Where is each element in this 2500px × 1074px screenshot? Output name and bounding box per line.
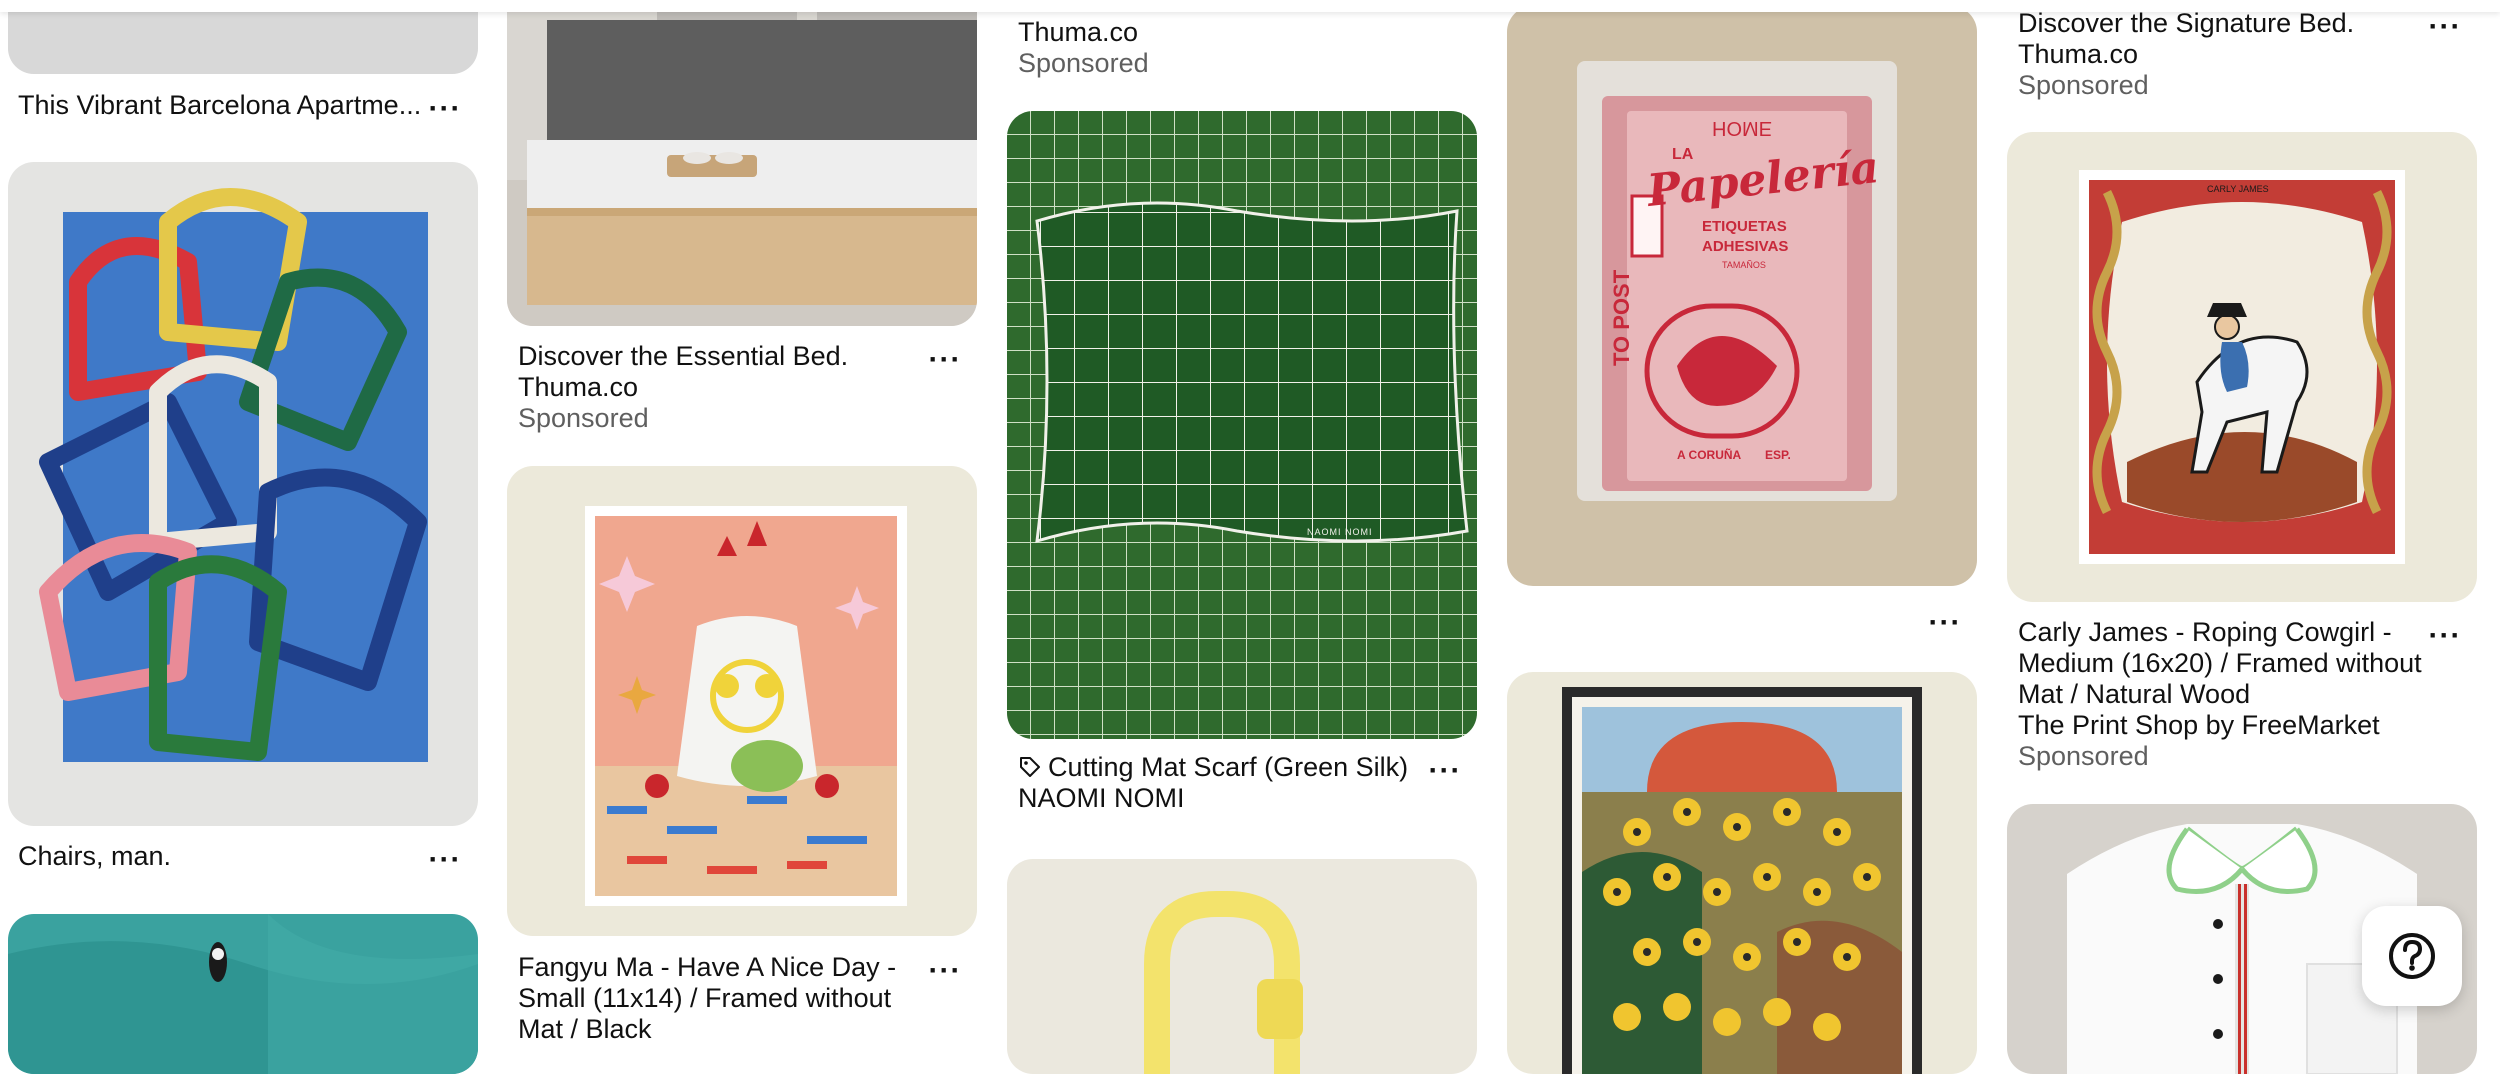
pin-more-button-fangyu[interactable]: ··· <box>925 956 965 990</box>
help-button[interactable] <box>2362 906 2462 1006</box>
pin-advertiser-thuma-top[interactable]: Thuma.co <box>1018 17 1138 48</box>
pin-image-essential-bed[interactable] <box>507 0 977 326</box>
pin-title-fangyu[interactable]: Fangyu Ma - Have A Nice Day - Small (11x… <box>518 952 908 1045</box>
pin-image-scarf[interactable]: NAOMI NOMI <box>1007 111 1477 739</box>
pin-title-chairs[interactable]: Chairs, man. <box>18 841 171 872</box>
pin-sponsored-thuma-top: Sponsored <box>1018 48 1149 78</box>
pin-image-sunflowers[interactable] <box>1507 672 1977 1074</box>
papeleria-art-top: HOME <box>1712 117 1772 139</box>
pin-more-button-scarf[interactable]: ··· <box>1425 756 1465 790</box>
pin-image-cowgirl[interactable]: CARLY JAMES <box>2007 132 2477 602</box>
pin-sponsored-signature-bed: Sponsored <box>2018 70 2149 100</box>
pin-title-essential-bed[interactable]: Discover the Essential Bed. <box>518 341 848 372</box>
papeleria-art-country: ESP. <box>1765 448 1791 462</box>
pin-more-button-papeleria[interactable]: ··· <box>1925 608 1965 642</box>
top-header-shadow <box>0 0 2500 12</box>
pin-more-button-barcelona[interactable]: ··· <box>425 94 465 128</box>
pin-image-ocean[interactable] <box>8 914 478 1074</box>
pin-more-button-cowgirl[interactable]: ··· <box>2425 621 2465 655</box>
pin-image-papeleria[interactable]: HOME LA Papelería ETIQUETAS ADHESIVAS TA… <box>1507 6 1977 586</box>
pin-title-barcelona[interactable]: This Vibrant Barcelona Apartme... <box>18 90 423 121</box>
pin-sponsored-essential-bed: Sponsored <box>518 403 649 433</box>
pin-more-button-essential-bed[interactable]: ··· <box>925 345 965 379</box>
pin-image-chairs[interactable] <box>8 162 478 826</box>
tag-icon <box>1018 755 1042 779</box>
scarf-brand-label: NAOMI NOMI <box>1307 527 1373 537</box>
papeleria-art-side: TO POST <box>1609 269 1634 366</box>
question-icon <box>2387 931 2437 981</box>
pin-title-signature-bed[interactable]: Discover the Signature Bed. <box>2018 8 2354 39</box>
cowgirl-artist-label: CARLY JAMES <box>2207 184 2269 194</box>
papeleria-art-line1: ETIQUETAS <box>1702 218 1787 235</box>
pin-shop-cowgirl[interactable]: The Print Shop by FreeMarket <box>2018 710 2380 741</box>
pin-brand-scarf[interactable]: NAOMI NOMI <box>1018 783 1185 814</box>
pin-sponsored-cowgirl: Sponsored <box>2018 741 2149 771</box>
pin-title-cowgirl[interactable]: Carly James - Roping Cowgirl - Medium (1… <box>2018 617 2428 710</box>
pin-more-button-chairs[interactable]: ··· <box>425 845 465 879</box>
papeleria-art-line3: TAMAÑOS <box>1722 260 1766 270</box>
pin-image-carabiner[interactable] <box>1007 859 1477 1074</box>
pin-advertiser-signature-bed[interactable]: Thuma.co <box>2018 39 2138 70</box>
pin-title-scarf[interactable]: Cutting Mat Scarf (Green Silk) <box>1048 752 1408 783</box>
papeleria-art-line2: ADHESIVAS <box>1702 238 1789 255</box>
papeleria-art-city: A CORUÑA <box>1677 448 1742 462</box>
pin-image-fangyu[interactable] <box>507 466 977 936</box>
pin-more-button-signature-bed[interactable]: ··· <box>2425 12 2465 46</box>
pin-advertiser-essential-bed[interactable]: Thuma.co <box>518 372 638 403</box>
